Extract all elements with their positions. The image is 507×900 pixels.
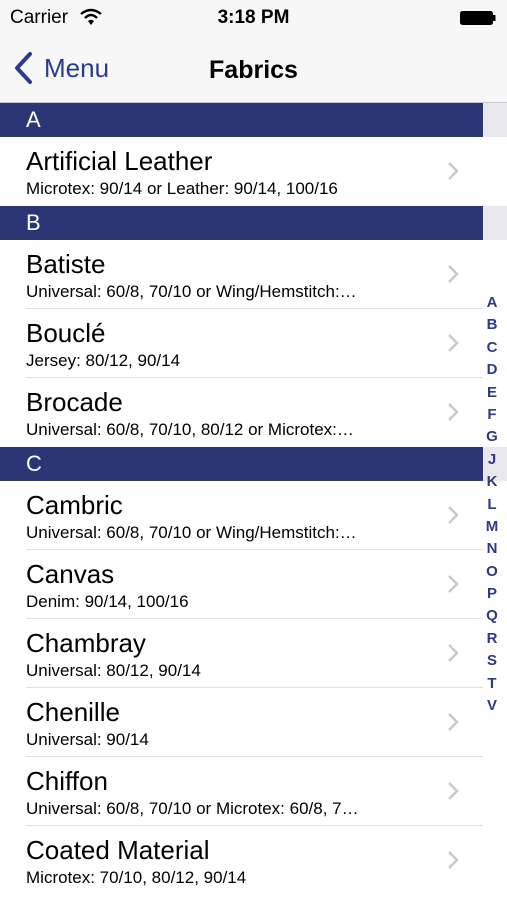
- section-header: B: [0, 206, 507, 240]
- index-letter-k[interactable]: K: [487, 471, 498, 493]
- fabrics-list[interactable]: A Artificial Leather Microtex: 90/14 or …: [0, 103, 507, 900]
- list-item[interactable]: Canvas Denim: 90/14, 100/16: [0, 550, 507, 619]
- item-subtitle: Jersey: 80/12, 90/14: [26, 351, 181, 370]
- index-letter-c[interactable]: C: [487, 337, 498, 359]
- index-letter-l[interactable]: L: [487, 494, 496, 516]
- battery-icon: [460, 11, 496, 25]
- item-title: Coated Material: [26, 835, 210, 865]
- item-title: Chiffon: [26, 766, 108, 796]
- index-letter-m[interactable]: M: [486, 516, 499, 538]
- list-item[interactable]: Chiffon Universal: 60/8, 70/10 or Microt…: [0, 757, 507, 826]
- list-item[interactable]: Bouclé Jersey: 80/12, 90/14: [0, 309, 507, 378]
- item-subtitle: Universal: 80/12, 90/14: [26, 661, 201, 680]
- item-title: Chambray: [26, 628, 146, 658]
- index-letter-q[interactable]: Q: [486, 605, 498, 627]
- index-letter-r[interactable]: R: [487, 628, 498, 650]
- section-index[interactable]: A B C D E F G J K L M N O P Q R S T V: [483, 292, 501, 717]
- list-item[interactable]: Brocade Universal: 60/8, 70/10, 80/12 or…: [0, 378, 507, 447]
- list-item[interactable]: Cambric Universal: 60/8, 70/10 or Wing/H…: [0, 481, 507, 550]
- item-title: Chenille: [26, 697, 120, 727]
- item-subtitle: Universal: 60/8, 70/10 or Wing/Hemstitch…: [26, 282, 357, 301]
- chevron-right-icon: [448, 644, 459, 662]
- section-header: C: [0, 447, 507, 481]
- item-title: Batiste: [26, 249, 106, 279]
- navigation-bar: Menu Fabrics: [0, 36, 507, 103]
- section-header: A: [0, 103, 507, 137]
- index-letter-p[interactable]: P: [487, 583, 497, 605]
- chevron-right-icon: [448, 162, 459, 180]
- index-letter-s[interactable]: S: [487, 650, 497, 672]
- index-letter-v[interactable]: V: [487, 695, 497, 717]
- index-letter-g[interactable]: G: [486, 426, 498, 448]
- chevron-right-icon: [448, 334, 459, 352]
- index-letter-f[interactable]: F: [487, 404, 496, 426]
- list-item[interactable]: Artificial Leather Microtex: 90/14 or Le…: [0, 137, 507, 206]
- chevron-right-icon: [448, 506, 459, 524]
- item-subtitle: Universal: 60/8, 70/10 or Wing/Hemstitch…: [26, 523, 357, 542]
- status-time: 3:18 PM: [217, 7, 290, 28]
- list-item[interactable]: Chambray Universal: 80/12, 90/14: [0, 619, 507, 688]
- item-subtitle: Denim: 90/14, 100/16: [26, 592, 189, 611]
- item-subtitle: Universal: 60/8, 70/10, 80/12 or Microte…: [26, 420, 354, 439]
- item-title: Artificial Leather: [26, 146, 213, 176]
- item-subtitle: Universal: 90/14: [26, 730, 149, 749]
- index-letter-j[interactable]: J: [488, 449, 496, 471]
- chevron-right-icon: [448, 713, 459, 731]
- index-letter-e[interactable]: E: [487, 382, 497, 404]
- item-title: Bouclé: [26, 318, 106, 348]
- item-subtitle: Universal: 60/8, 70/10 or Microtex: 60/8…: [26, 799, 359, 818]
- item-subtitle: Microtex: 90/14 or Leather: 90/14, 100/1…: [26, 179, 338, 198]
- chevron-right-icon: [448, 851, 459, 869]
- index-letter-n[interactable]: N: [487, 538, 498, 560]
- chevron-right-icon: [448, 403, 459, 421]
- item-title: Brocade: [26, 387, 123, 417]
- status-bar: Carrier 3:18 PM: [0, 0, 507, 36]
- item-subtitle: Microtex: 70/10, 80/12, 90/14: [26, 868, 247, 887]
- list-item[interactable]: Chenille Universal: 90/14: [0, 688, 507, 757]
- page-title: Fabrics: [209, 56, 298, 84]
- item-title: Cambric: [26, 490, 123, 520]
- list-item[interactable]: Coated Material Microtex: 70/10, 80/12, …: [0, 826, 507, 895]
- index-letter-o[interactable]: O: [486, 561, 498, 583]
- index-letter-t[interactable]: T: [487, 673, 496, 695]
- index-letter-a[interactable]: A: [487, 292, 498, 314]
- index-letter-d[interactable]: D: [487, 359, 498, 381]
- chevron-right-icon: [448, 782, 459, 800]
- index-letter-b[interactable]: B: [487, 314, 498, 336]
- list-item[interactable]: Batiste Universal: 60/8, 70/10 or Wing/H…: [0, 240, 507, 309]
- chevron-right-icon: [448, 575, 459, 593]
- chevron-right-icon: [448, 265, 459, 283]
- item-title: Canvas: [26, 559, 115, 589]
